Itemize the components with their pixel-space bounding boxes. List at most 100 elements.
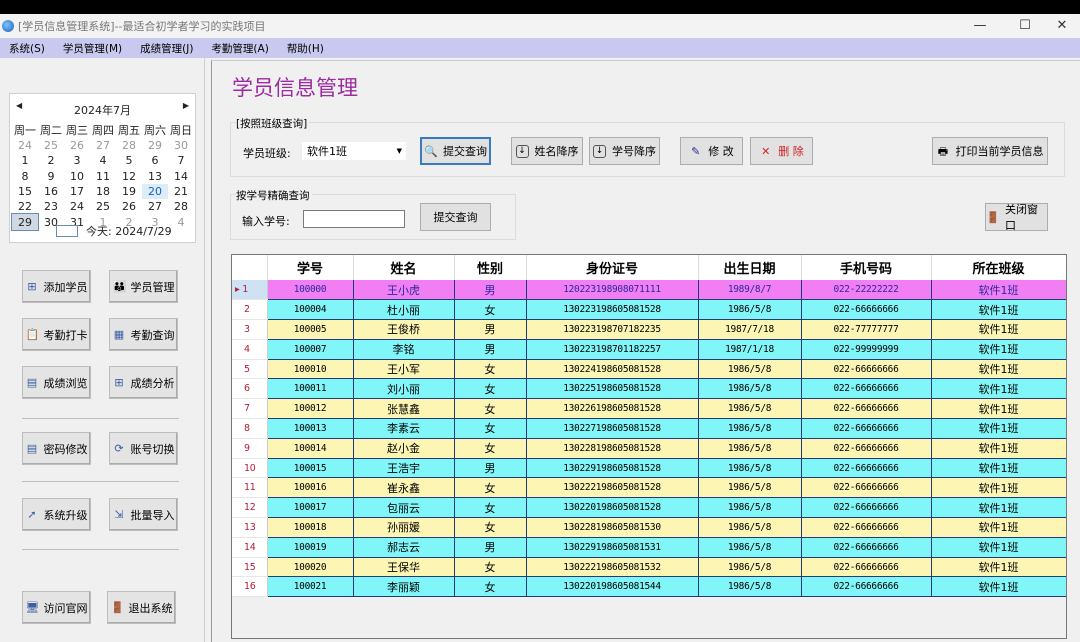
calendar-day[interactable]: 17 <box>64 184 90 199</box>
sidebar-button-10[interactable]: ⇲ 批量导入 <box>109 498 178 531</box>
calendar-day[interactable]: 15 <box>12 184 38 199</box>
row-number[interactable]: 4 <box>232 339 268 360</box>
sort-id-desc-button[interactable]: ↓ 学号降序 <box>589 137 660 165</box>
sidebar-button-8[interactable]: ⟳ 账号切换 <box>109 432 178 465</box>
class-select[interactable]: 软件1班 ▼ <box>302 142 406 160</box>
calendar-day[interactable]: 14 <box>168 169 194 184</box>
calendar-day[interactable]: 20 <box>142 183 168 200</box>
sort-name-desc-button[interactable]: ↓ 姓名降序 <box>511 137 583 165</box>
sidebar-button-6[interactable]: ⊞ 成绩分析 <box>109 366 178 399</box>
calendar-day[interactable]: 4 <box>90 153 116 168</box>
calendar-day[interactable]: 28 <box>116 138 142 153</box>
calendar-day[interactable]: 8 <box>12 169 38 184</box>
calendar-day[interactable]: 19 <box>116 184 142 199</box>
column-header[interactable]: 手机号码 <box>801 255 932 280</box>
table-row[interactable]: 14 100019 郝志云男 130229198605081531 1986/5/8 02… <box>232 537 1066 558</box>
minimize-button[interactable]: — <box>960 14 1000 38</box>
calendar-day[interactable]: 2 <box>38 153 64 168</box>
column-header[interactable]: 出生日期 <box>698 255 802 280</box>
class-submit-button[interactable]: 🔍 提交查询 <box>420 137 491 165</box>
menu-help[interactable]: 帮助(H) <box>278 41 333 56</box>
column-header[interactable]: 身份证号 <box>526 255 699 280</box>
calendar-day[interactable]: 25 <box>38 138 64 153</box>
edit-button[interactable]: ✎ 修 改 <box>680 137 743 165</box>
calendar-day[interactable]: 28 <box>168 199 194 214</box>
calendar-day[interactable]: 27 <box>90 138 116 153</box>
row-number[interactable]: 2 <box>232 299 268 321</box>
table-row[interactable]: 6 100011 刘小丽女 130225198605081528 1986/5/8 022… <box>232 378 1066 400</box>
calendar-day[interactable]: 22 <box>12 199 38 214</box>
calendar-day[interactable]: 7 <box>168 153 194 168</box>
print-button[interactable]: 🖶 打印当前学员信息 <box>932 137 1048 165</box>
menu-attendance[interactable]: 考勤管理(A) <box>202 41 277 56</box>
column-header[interactable]: 姓名 <box>353 255 455 280</box>
calendar-day[interactable]: 23 <box>38 199 64 214</box>
sidebar-button-1[interactable]: ⊞ 添加学员 <box>22 270 91 303</box>
sidebar-button-3[interactable]: 📋 考勤打卡 <box>22 318 91 351</box>
column-header[interactable]: 所在班级 <box>931 255 1066 280</box>
calendar-day[interactable]: 13 <box>142 169 168 184</box>
table-row[interactable]: 3 100005 王俊桥男 130223198707182235 1987/7/18 02… <box>232 319 1066 340</box>
table-row[interactable]: ▸ 1 100000 王小虎男 120223198908071111 1989/8/7 0… <box>232 280 1066 301</box>
row-number[interactable]: 5 <box>232 359 268 380</box>
calendar-day[interactable]: 3 <box>64 153 90 168</box>
row-number[interactable]: 13 <box>232 517 268 538</box>
row-number[interactable]: 10 <box>232 458 268 479</box>
calendar-day[interactable]: 25 <box>90 199 116 214</box>
calendar-day[interactable]: 5 <box>116 153 142 168</box>
calendar-day[interactable]: 11 <box>90 169 116 184</box>
menu-student[interactable]: 学员管理(M) <box>54 41 131 56</box>
calendar-today[interactable]: 今天: 2024/7/29 <box>56 223 172 239</box>
row-number[interactable]: 16 <box>232 576 268 598</box>
sidebar-button-12[interactable]: 🚪 退出系统 <box>107 591 176 624</box>
calendar-day[interactable]: 24 <box>12 138 38 153</box>
calendar-day[interactable]: 12 <box>116 169 142 184</box>
sidebar-button-9[interactable]: ➚ 系统升级 <box>22 498 91 531</box>
calendar-day[interactable]: 18 <box>90 184 116 199</box>
row-number[interactable]: 14 <box>232 537 268 558</box>
calendar-day[interactable]: 21 <box>168 184 194 199</box>
month-calendar[interactable]: ◀ 2024年7月 ▶ 周一 周二 周三 周四 周五 周六 周日 24 25 26 27 28 29 30… <box>9 93 196 243</box>
next-month-icon[interactable]: ▶ <box>183 101 189 110</box>
table-row[interactable]: 12 100017 包丽云女 130220198605081528 1986/5/8 02… <box>232 497 1066 519</box>
sidebar-button-11[interactable]: 🖥 访问官网 <box>22 591 91 624</box>
row-number[interactable]: ▸ 1 <box>232 280 268 301</box>
calendar-day[interactable]: 29 <box>142 138 168 153</box>
sidebar-button-5[interactable]: ▤ 成绩浏览 <box>22 366 91 399</box>
row-number[interactable]: 8 <box>232 418 268 439</box>
table-row[interactable]: 2 100004 杜小丽女 130223198605081528 1986/5/8 022… <box>232 299 1066 321</box>
menu-system[interactable]: 系统(S) <box>0 41 54 56</box>
calendar-day[interactable]: 30 <box>168 138 194 153</box>
maximize-button[interactable]: ☐ <box>1005 14 1045 38</box>
calendar-day[interactable]: 9 <box>38 169 64 184</box>
delete-button[interactable]: ✕ 删 除 <box>750 137 813 165</box>
sidebar-button-2[interactable]: 👪 学员管理 <box>109 270 178 303</box>
column-header[interactable]: 性别 <box>454 255 527 280</box>
table-row[interactable]: 16 100021 李丽颖女 130220198605081544 1986/5/8 02… <box>232 576 1066 598</box>
row-number[interactable]: 3 <box>232 319 268 340</box>
row-number[interactable]: 12 <box>232 497 268 519</box>
calendar-day[interactable]: 29 <box>11 213 39 231</box>
table-row[interactable]: 5 100010 王小军女 130224198605081528 1986/5/8 022… <box>232 359 1066 380</box>
table-row[interactable]: 9 100014 赵小金女 130228198605081528 1986/5/8 022… <box>232 438 1066 459</box>
student-table[interactable]: 学号 姓名 性别 身份证号 出生日期 手机号码 所在班级 ▸ 1 100000 王小虎男 1202… <box>231 254 1067 639</box>
calendar-day[interactable]: 10 <box>64 169 90 184</box>
table-row[interactable]: 4 100007 李铭男 130223198701182257 1987/1/18 022… <box>232 339 1066 360</box>
id-submit-button[interactable]: 提交查询 <box>420 203 491 231</box>
menu-score[interactable]: 成绩管理(J) <box>131 41 202 56</box>
table-row[interactable]: 11 100016 崔永鑫女 130222198605081528 1986/5/8 02… <box>232 477 1066 499</box>
row-number[interactable]: 15 <box>232 557 268 578</box>
calendar-day[interactable]: 16 <box>38 184 64 199</box>
sidebar-button-7[interactable]: ▤ 密码修改 <box>22 432 91 465</box>
row-number[interactable]: 7 <box>232 398 268 420</box>
table-row[interactable]: 8 100013 李素云女 130227198605081528 1986/5/8 022… <box>232 418 1066 439</box>
calendar-day[interactable]: 6 <box>142 153 168 168</box>
close-window-button[interactable]: 🚪 关闭窗口 <box>985 203 1048 232</box>
calendar-day[interactable]: 26 <box>64 138 90 153</box>
calendar-day[interactable]: 1 <box>12 153 38 168</box>
calendar-day[interactable]: 26 <box>116 199 142 214</box>
row-number[interactable]: 11 <box>232 477 268 499</box>
close-button[interactable]: ✕ <box>1042 14 1080 38</box>
calendar-day[interactable]: 24 <box>64 199 90 214</box>
row-number[interactable]: 9 <box>232 438 268 459</box>
